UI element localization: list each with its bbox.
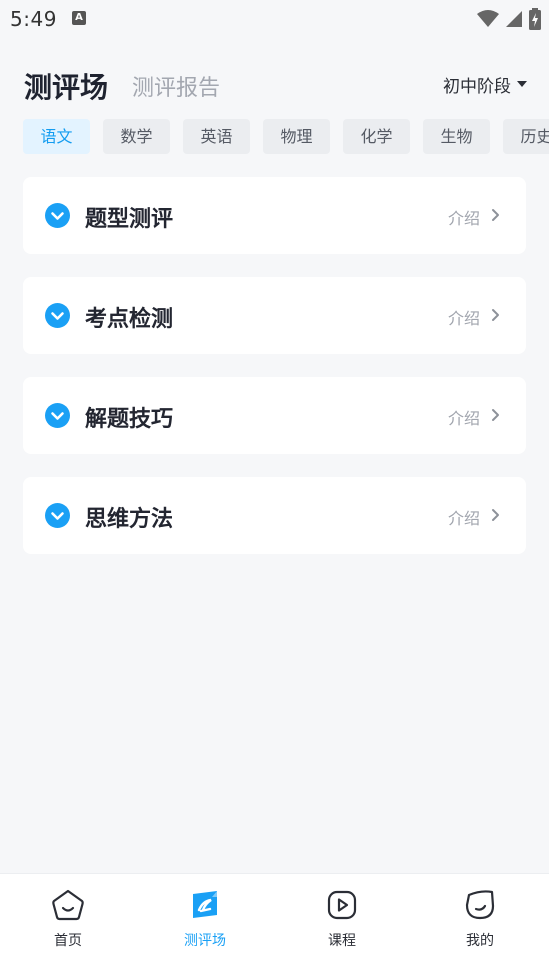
subject-chip-chinese[interactable]: 语文 <box>23 119 90 154</box>
chevron-right-icon <box>492 409 499 421</box>
chevron-down-icon <box>45 203 70 228</box>
subject-chips: 语文 数学 英语 物理 化学 生物 历史 <box>23 119 549 155</box>
card-title: 考点检测 <box>85 307 174 332</box>
card-title: 题型测评 <box>85 207 174 232</box>
intro-link[interactable]: 介绍 <box>448 505 480 529</box>
chevron-down-icon <box>45 303 70 328</box>
card-title: 思维方法 <box>85 507 174 532</box>
bottom-nav: 首页 测评场 课程 我的 <box>0 873 549 977</box>
screen: 5:49 A 测评场 测评报告 初中阶段 语文 数学 英语 物理 化学 生物 历… <box>0 0 549 977</box>
intro-link[interactable]: 介绍 <box>448 305 480 329</box>
nav-label: 课程 <box>328 933 356 949</box>
subject-chip-history[interactable]: 历史 <box>503 119 549 154</box>
subject-chip-biology[interactable]: 生物 <box>423 119 490 154</box>
chevron-right-icon <box>492 309 499 321</box>
chevron-down-icon <box>45 503 70 528</box>
wifi-icon <box>477 10 499 27</box>
card-title: 解题技巧 <box>85 407 174 432</box>
caret-down-icon <box>517 81 527 87</box>
notification-icon: A <box>72 11 86 25</box>
nav-item-profile[interactable]: 我的 <box>430 888 530 950</box>
tab-assessment-report[interactable]: 测评报告 <box>132 70 220 102</box>
intro-link[interactable]: 介绍 <box>448 205 480 229</box>
nav-item-home[interactable]: 首页 <box>18 888 118 950</box>
chevron-right-icon <box>492 509 499 521</box>
subject-chip-english[interactable]: 英语 <box>183 119 250 154</box>
stage-select[interactable]: 初中阶段 <box>443 72 527 97</box>
nav-label: 测评场 <box>184 933 226 949</box>
header: 测评场 测评报告 初中阶段 <box>0 60 549 108</box>
home-face-icon <box>52 889 84 921</box>
status-time: 5:49 <box>10 7 57 31</box>
status-indicators <box>477 8 541 30</box>
status-bar: 5:49 A <box>0 0 549 40</box>
chevron-right-icon <box>492 209 499 221</box>
card-key-point-test[interactable]: 考点检测 介绍 <box>23 277 526 354</box>
card-problem-solving-skills[interactable]: 解题技巧 介绍 <box>23 377 526 454</box>
tab-assessment[interactable]: 测评场 <box>24 66 108 106</box>
chevron-down-icon <box>45 403 70 428</box>
intro-link[interactable]: 介绍 <box>448 405 480 429</box>
assessment-icon <box>193 891 217 918</box>
nav-label: 首页 <box>54 933 82 949</box>
nav-label: 我的 <box>466 933 494 949</box>
signal-icon <box>506 11 522 27</box>
subject-chip-physics[interactable]: 物理 <box>263 119 330 154</box>
nav-item-course[interactable]: 课程 <box>292 888 392 950</box>
card-question-type-assessment[interactable]: 题型测评 介绍 <box>23 177 526 254</box>
nav-item-assessment[interactable]: 测评场 <box>155 888 255 950</box>
subject-chip-chemistry[interactable]: 化学 <box>343 119 410 154</box>
subject-chip-math[interactable]: 数学 <box>103 119 170 154</box>
profile-face-icon <box>465 890 495 920</box>
card-thinking-methods[interactable]: 思维方法 介绍 <box>23 477 526 554</box>
stage-select-value: 初中阶段 <box>443 77 511 97</box>
battery-icon <box>529 8 541 30</box>
course-play-icon <box>327 890 357 920</box>
